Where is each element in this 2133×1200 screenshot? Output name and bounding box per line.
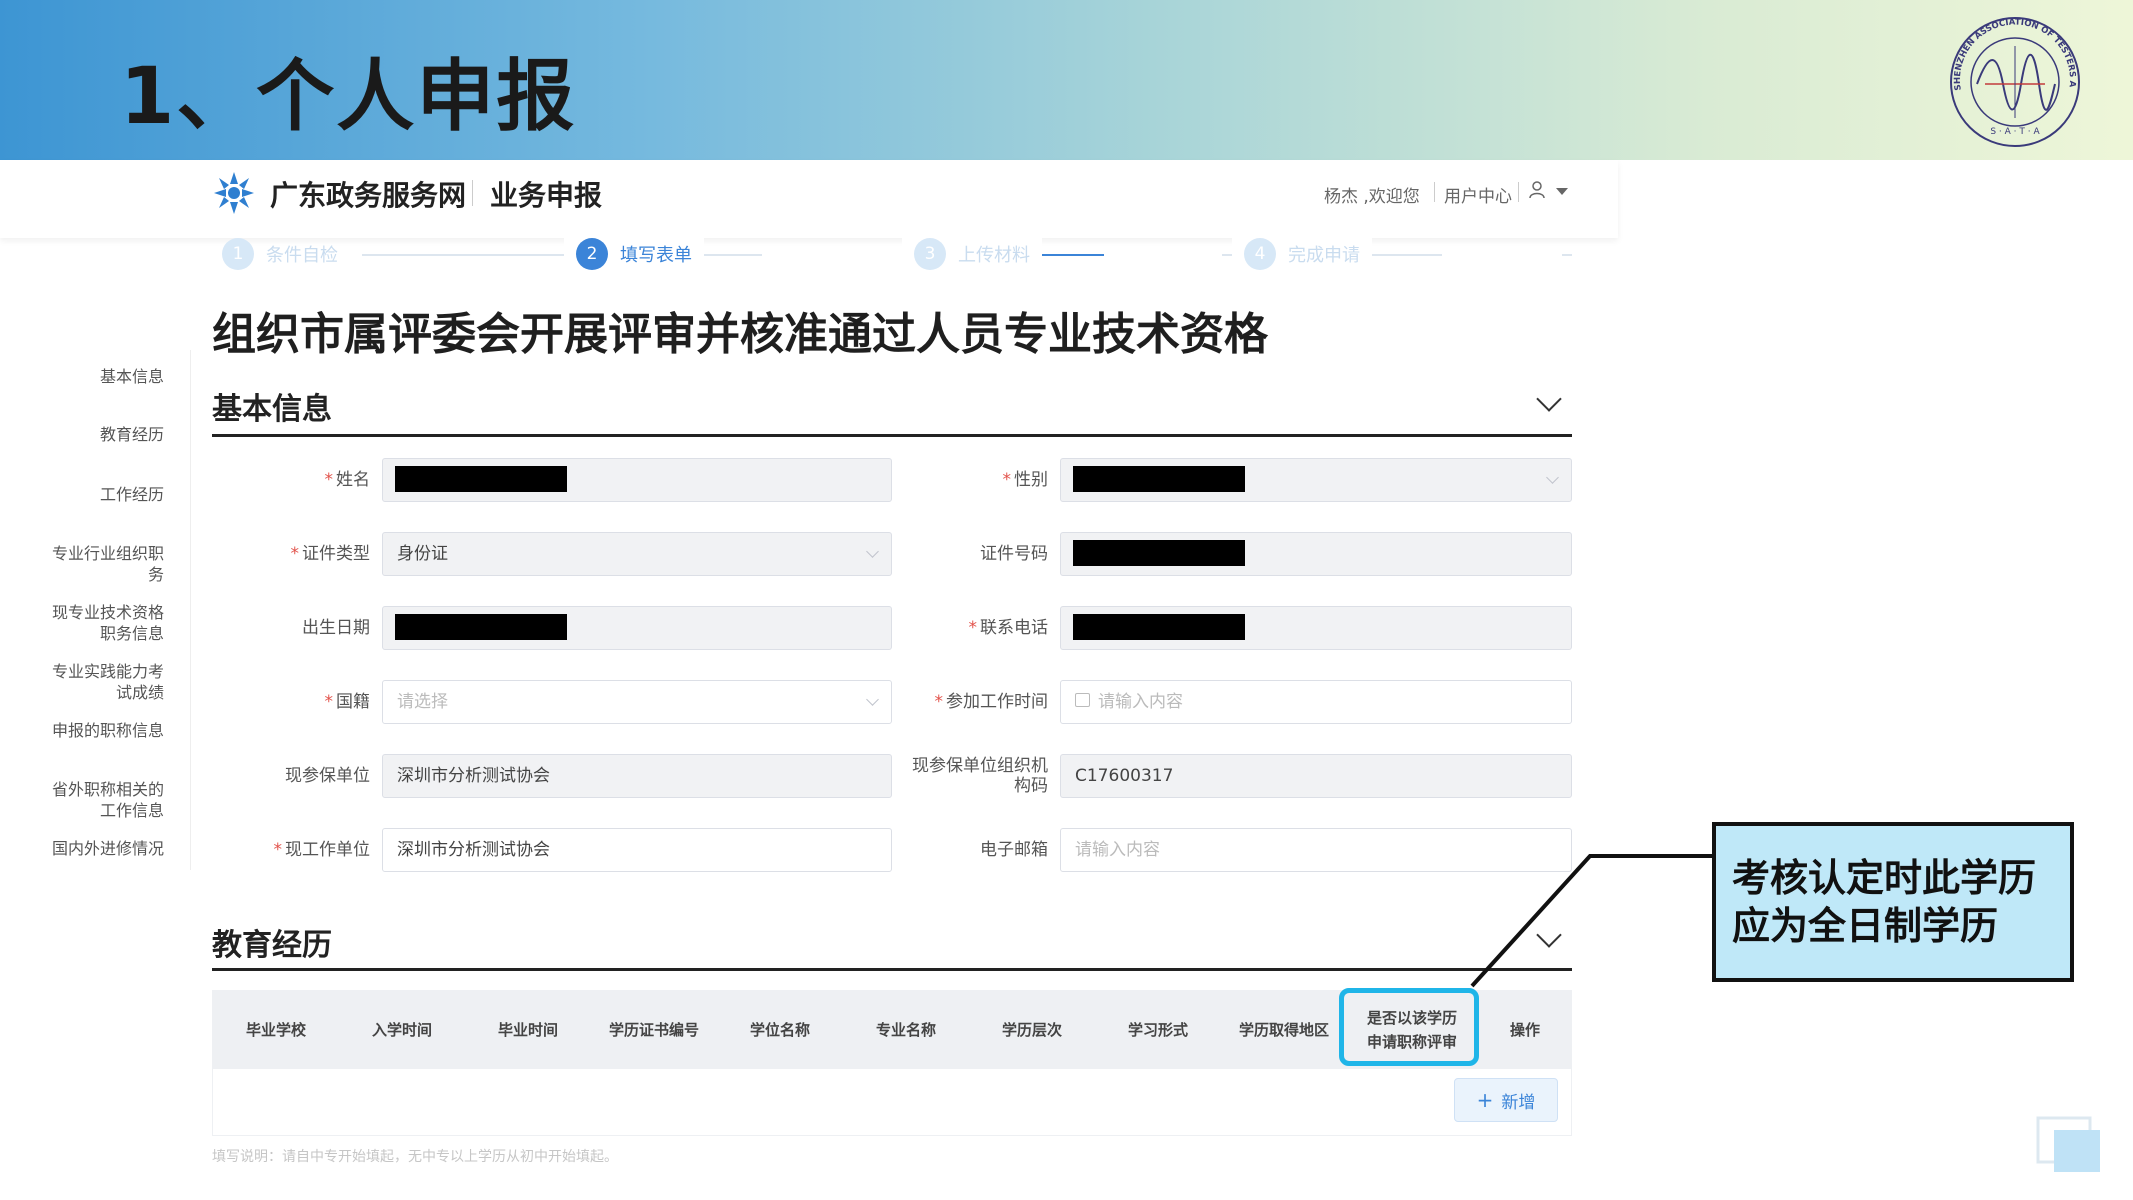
birth-date-field[interactable] <box>382 606 892 650</box>
email-field[interactable]: 请输入内容 <box>1060 828 1572 872</box>
calendar-icon <box>1075 693 1090 707</box>
nav-item-work-history[interactable]: 工作经历 <box>24 484 164 505</box>
basic-info-section-header[interactable]: 基本信息 <box>212 380 1572 437</box>
add-education-button[interactable]: + 新增 <box>1454 1078 1558 1122</box>
redacted-value <box>1073 614 1245 640</box>
column-header: 学习形式 <box>1127 1021 1188 1039</box>
chevron-down-icon[interactable] <box>1536 922 1562 948</box>
step-4: 4 完成申请 <box>1232 238 1372 270</box>
chevron-down-icon[interactable] <box>1536 386 1562 412</box>
gender-select[interactable] <box>1060 458 1572 502</box>
redacted-value <box>395 466 567 492</box>
org-code-label: 现参保单位组织机构码 <box>912 756 1048 796</box>
column-header: 毕业学校 <box>245 1021 306 1039</box>
guangdong-gov-logo-icon <box>214 172 254 214</box>
header-divider <box>1518 182 1519 202</box>
column-header: 学位名称 <box>749 1021 810 1039</box>
chevron-down-icon <box>866 693 879 706</box>
step-number: 4 <box>1244 238 1276 270</box>
section-title: 教育经历 <box>212 928 332 963</box>
site-name[interactable]: 广东政务服务网 <box>270 174 466 214</box>
column-header: 学历证书编号 <box>608 1021 699 1039</box>
left-nav: 基本信息 教育经历 工作经历 专业行业组织职务 现专业技术资格职务信息 专业实践… <box>40 350 191 870</box>
work-unit-label: * 现工作单位 <box>273 840 371 860</box>
insured-unit-label: 现参保单位 <box>285 766 370 786</box>
user-icon[interactable] <box>1528 180 1546 200</box>
step-number: 2 <box>576 238 608 270</box>
nav-item-education[interactable]: 教育经历 <box>24 424 164 445</box>
seal-initials: S · A · T · A <box>1990 127 2040 137</box>
association-seal-logo: SHENZHEN ASSOCIATION OF TESTERS AND ANAL… <box>1945 12 2080 147</box>
user-center-link[interactable]: 用户中心 <box>1444 182 1512 207</box>
nav-item-current-qualification[interactable]: 现专业技术资格职务信息 <box>48 602 164 644</box>
nationality-label: * 国籍 <box>324 692 371 712</box>
nav-item-professional-org[interactable]: 专业行业组织职务 <box>48 543 164 585</box>
header-divider <box>472 180 473 206</box>
fill-instruction-note: 填写说明：请自中专开始填起，无中专以上学历从初中开始填起。 <box>212 1149 618 1165</box>
plus-icon: + <box>1476 1088 1494 1112</box>
column-header: 毕业时间 <box>497 1021 558 1039</box>
id-number-label: 证件号码 <box>980 544 1048 564</box>
chevron-down-icon <box>866 545 879 558</box>
phone-label: * 联系电话 <box>968 618 1049 638</box>
step-label: 上传材料 <box>958 245 1030 266</box>
step-label: 条件自检 <box>266 245 338 266</box>
seal-ring-text: SHENZHEN ASSOCIATION OF TESTERS AND ANAL… <box>1945 12 2077 91</box>
section-title: 基本信息 <box>212 392 332 427</box>
site-header: 广东政务服务网 业务申报 杨杰 ,欢迎您 用户中心 <box>0 160 1618 238</box>
birth-date-label: 出生日期 <box>302 618 370 638</box>
step-label: 填写表单 <box>620 245 692 266</box>
nationality-select[interactable]: 请选择 <box>382 680 892 724</box>
work-start-date-field[interactable]: 请输入内容 <box>1060 680 1572 724</box>
page-title: 组织市属评委会开展评审并核准通过人员专业技术资格 <box>212 309 1268 360</box>
column-header: 学历取得地区 <box>1238 1021 1329 1039</box>
name-field[interactable] <box>382 458 892 502</box>
step-label: 完成申请 <box>1288 245 1360 266</box>
nav-item-out-of-province[interactable]: 省外职称相关的工作信息 <box>48 779 164 821</box>
site-section-title: 业务申报 <box>490 179 603 212</box>
work-unit-field[interactable]: 深圳市分析测试协会 <box>382 828 892 872</box>
nav-item-basic-info[interactable]: 基本信息 <box>24 366 164 387</box>
step-number: 3 <box>914 238 946 270</box>
chevron-down-icon <box>1546 471 1559 484</box>
corner-decoration-icon <box>2036 1116 2100 1172</box>
work-start-label: * 参加工作时间 <box>934 692 1049 712</box>
phone-field[interactable] <box>1060 606 1572 650</box>
nav-item-declared-title[interactable]: 申报的职称信息 <box>24 720 164 741</box>
nav-item-practice-exam[interactable]: 专业实践能力考试成绩 <box>48 661 164 703</box>
redacted-value <box>395 614 567 640</box>
step-number: 1 <box>222 238 254 270</box>
user-welcome-text: 杨杰 ,欢迎您 <box>1324 187 1420 207</box>
column-header: 操作 <box>1509 1021 1540 1039</box>
svg-text:SHENZHEN ASSOCIATION OF TESTER: SHENZHEN ASSOCIATION OF TESTERS AND ANAL… <box>1945 12 2077 91</box>
id-number-field[interactable] <box>1060 532 1572 576</box>
step-1: 1 条件自检 <box>222 238 338 270</box>
highlighted-column-annotation <box>1339 988 1479 1066</box>
slide-header: 1、个人申报 SHENZHEN ASSOCIATION OF TESTERS A… <box>0 0 2133 160</box>
slide-title: 1、个人申报 <box>120 52 577 142</box>
gender-label: * 性别 <box>1002 470 1049 490</box>
column-header: 学历层次 <box>1001 1021 1062 1039</box>
org-code-field[interactable]: C17600317 <box>1060 754 1572 798</box>
step-2: 2 填写表单 <box>564 238 704 270</box>
step-3: 3 上传材料 <box>902 238 1042 270</box>
column-header: 入学时间 <box>371 1021 432 1039</box>
id-type-select[interactable]: 身份证 <box>382 532 892 576</box>
education-section-header[interactable]: 教育经历 <box>212 914 1572 971</box>
user-menu-caret-icon[interactable] <box>1556 188 1568 195</box>
header-divider <box>1434 182 1435 202</box>
nav-item-further-study[interactable]: 国内外进修情况 <box>24 838 164 859</box>
name-label: * 姓名 <box>324 470 371 490</box>
column-header: 专业名称 <box>875 1021 936 1039</box>
insured-unit-field[interactable]: 深圳市分析测试协会 <box>382 754 892 798</box>
callout-annotation: 考核认定时此学历应为全日制学历 <box>1712 822 2074 982</box>
progress-steps: 1 条件自检 2 填写表单 3 上传材料 4 完成申请 <box>222 238 1572 274</box>
redacted-value <box>1073 540 1245 566</box>
id-type-label: * 证件类型 <box>290 544 371 564</box>
email-label: 电子邮箱 <box>980 840 1048 860</box>
redacted-value <box>1073 466 1245 492</box>
step-connector <box>1562 254 1572 256</box>
